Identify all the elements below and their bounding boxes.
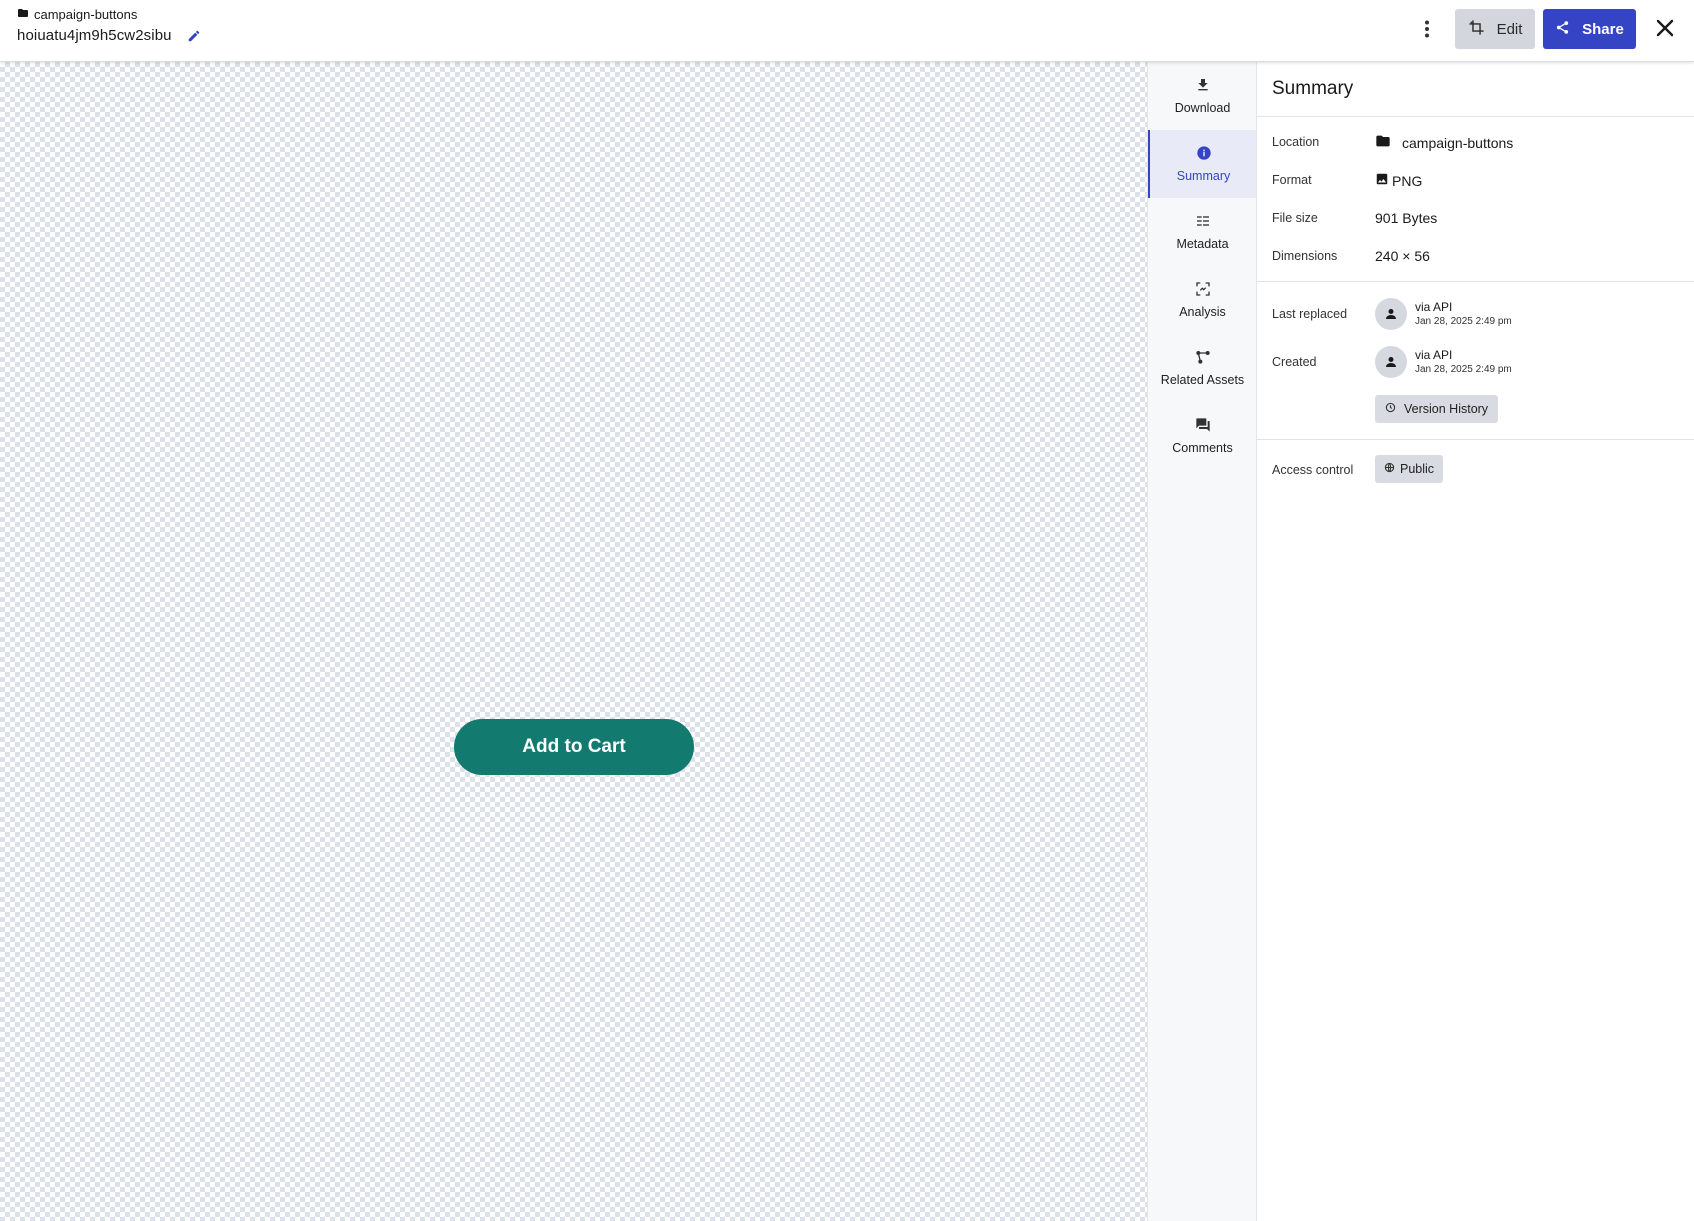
asset-title-row: hoiuatu4jm9h5cw2sibu <box>17 27 202 44</box>
divider <box>1257 116 1694 117</box>
location-text: campaign-buttons <box>1402 134 1514 151</box>
access-control-label: Access control <box>1272 463 1354 477</box>
tab-download[interactable]: Download <box>1148 62 1257 130</box>
dimensions-label: Dimensions <box>1272 249 1338 263</box>
tab-download-label: Download <box>1174 101 1231 115</box>
analysis-icon <box>1195 281 1211 300</box>
image-icon <box>1375 172 1389 189</box>
person-icon <box>1386 309 1396 319</box>
folder-icon <box>1375 133 1391 152</box>
panel-title: Summary <box>1272 78 1354 99</box>
crop-edit-icon <box>1468 19 1485 40</box>
folder-icon <box>17 7 29 22</box>
avatar <box>1375 346 1407 378</box>
location-label: Location <box>1272 135 1320 149</box>
related-assets-icon <box>1195 349 1211 368</box>
detail-tab-rail: Download Summary Metadata Analysis Relat… <box>1147 62 1257 1221</box>
info-icon <box>1196 145 1212 164</box>
breadcrumb-label: campaign-buttons <box>34 7 138 22</box>
access-value: Public <box>1400 462 1435 476</box>
edit-button[interactable]: Edit <box>1455 9 1535 49</box>
more-options-icon[interactable] <box>1414 14 1440 44</box>
tab-summary-label: Summary <box>1176 169 1231 183</box>
tab-metadata[interactable]: Metadata <box>1148 198 1257 266</box>
version-history-label: Version History <box>1404 402 1489 416</box>
breadcrumb[interactable]: campaign-buttons <box>17 7 137 22</box>
tab-related-assets[interactable]: Related Assets <box>1148 334 1257 402</box>
summary-panel: Summary Location campaign-buttons Format… <box>1256 62 1694 1221</box>
divider <box>1257 439 1694 440</box>
last-replaced-date: Jan 28, 2025 2:49 pm <box>1415 315 1512 327</box>
tab-comments-label: Comments <box>1172 441 1233 455</box>
created-by: via API <box>1415 347 1453 362</box>
download-icon <box>1195 77 1211 96</box>
pencil-icon[interactable] <box>186 28 202 44</box>
globe-icon <box>1384 462 1395 476</box>
asset-preview-canvas: Add to Cart <box>0 62 1147 1221</box>
share-icon <box>1555 20 1570 39</box>
filesize-value: 901 Bytes <box>1375 210 1438 226</box>
asset-name: hoiuatu4jm9h5cw2sibu <box>17 27 172 44</box>
history-icon <box>1385 402 1396 416</box>
access-public-badge[interactable]: Public <box>1375 455 1444 483</box>
last-replaced-by: via API <box>1415 299 1453 314</box>
close-icon[interactable] <box>1653 14 1677 42</box>
dimensions-value: 240 × 56 <box>1375 248 1430 264</box>
tab-analysis-label: Analysis <box>1179 305 1226 319</box>
top-bar: campaign-buttons hoiuatu4jm9h5cw2sibu Ed… <box>0 0 1694 62</box>
preview-image-add-to-cart: Add to Cart <box>454 719 694 775</box>
format-value: PNG <box>1375 172 1422 189</box>
share-button[interactable]: Share <box>1543 9 1636 49</box>
share-button-label: Share <box>1582 20 1624 38</box>
location-value[interactable]: campaign-buttons <box>1375 133 1513 152</box>
tab-related-assets-label: Related Assets <box>1160 373 1245 387</box>
divider <box>1257 281 1694 282</box>
last-replaced-label: Last replaced <box>1272 307 1348 321</box>
format-label: Format <box>1272 173 1312 187</box>
metadata-icon <box>1195 213 1211 232</box>
version-history-button[interactable]: Version History <box>1375 395 1499 423</box>
tab-summary[interactable]: Summary <box>1148 130 1257 198</box>
format-text: PNG <box>1392 172 1423 189</box>
tab-metadata-label: Metadata <box>1176 237 1229 251</box>
person-icon <box>1386 357 1396 367</box>
avatar <box>1375 298 1407 330</box>
comments-icon <box>1195 417 1211 436</box>
tab-analysis[interactable]: Analysis <box>1148 266 1257 334</box>
tab-comments[interactable]: Comments <box>1148 402 1257 470</box>
last-replaced-user: via API Jan 28, 2025 2:49 pm <box>1375 298 1512 330</box>
edit-button-label: Edit <box>1496 20 1523 38</box>
filesize-label: File size <box>1272 211 1318 225</box>
created-date: Jan 28, 2025 2:49 pm <box>1415 363 1512 375</box>
created-label: Created <box>1272 355 1317 369</box>
created-user: via API Jan 28, 2025 2:49 pm <box>1375 346 1512 378</box>
